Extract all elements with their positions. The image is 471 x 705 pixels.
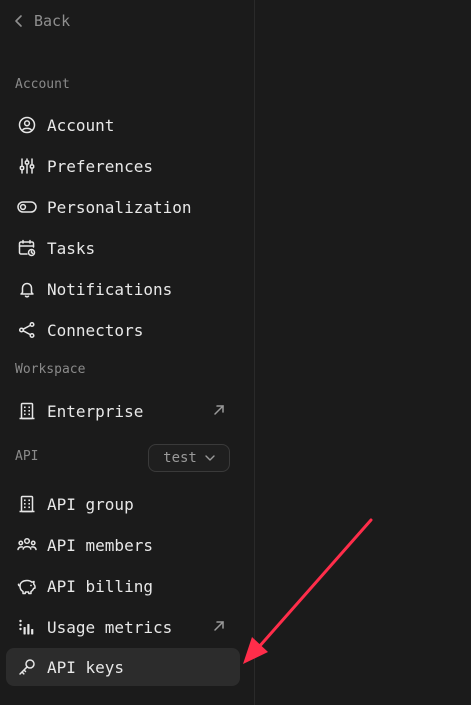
sidebar-item-label: API billing xyxy=(47,576,153,596)
share-nodes-icon xyxy=(17,320,37,340)
api-project-select[interactable]: test xyxy=(148,444,230,472)
sidebar-item-notifications[interactable]: Notifications xyxy=(6,270,240,308)
section-label-workspace: Workspace xyxy=(15,362,86,377)
api-project-select-value: test xyxy=(163,450,197,466)
key-icon xyxy=(17,657,37,677)
calendar-clock-icon xyxy=(17,238,37,258)
sidebar-item-api-group[interactable]: API group xyxy=(6,485,240,523)
main-content-area xyxy=(255,0,471,705)
toggle-icon xyxy=(17,197,37,217)
external-link-icon xyxy=(212,619,226,633)
sidebar-item-label: Notifications xyxy=(47,279,173,299)
building-icon xyxy=(17,401,37,421)
sidebar-item-usage-metrics[interactable]: Usage metrics xyxy=(6,608,240,646)
chevron-left-icon xyxy=(14,14,24,28)
chevron-down-icon xyxy=(205,455,215,461)
sidebar-item-label: Account xyxy=(47,115,115,135)
sliders-icon xyxy=(17,156,37,176)
section-label-account: Account xyxy=(15,77,70,92)
users-icon xyxy=(17,535,37,555)
sidebar-item-api-keys[interactable]: API keys xyxy=(6,648,240,686)
bell-icon xyxy=(17,279,37,299)
back-button[interactable]: Back xyxy=(14,12,70,30)
sidebar-item-tasks[interactable]: Tasks xyxy=(6,229,240,267)
sidebar-item-label: Enterprise xyxy=(47,401,144,421)
external-link-icon xyxy=(212,403,226,417)
building-icon xyxy=(17,494,37,514)
signal-bars-icon xyxy=(17,617,37,637)
sidebar-item-label: Preferences xyxy=(47,156,153,176)
piggy-bank-icon xyxy=(17,576,37,596)
sidebar-item-api-members[interactable]: API members xyxy=(6,526,240,564)
sidebar-item-enterprise[interactable]: Enterprise xyxy=(6,392,240,430)
sidebar-item-account[interactable]: Account xyxy=(6,106,240,144)
sidebar-item-personalization[interactable]: Personalization xyxy=(6,188,240,226)
sidebar-item-label: Tasks xyxy=(47,238,96,258)
settings-sidebar: Back Account Account Preferences Persona… xyxy=(0,0,255,705)
sidebar-item-label: Connectors xyxy=(47,320,144,340)
sidebar-item-connectors[interactable]: Connectors xyxy=(6,311,240,349)
sidebar-item-api-billing[interactable]: API billing xyxy=(6,567,240,605)
sidebar-item-label: Usage metrics xyxy=(47,617,173,637)
sidebar-item-label: Personalization xyxy=(47,197,192,217)
sidebar-item-label: API members xyxy=(47,535,153,555)
section-label-api: API xyxy=(15,449,39,464)
user-circle-icon xyxy=(17,115,37,135)
sidebar-item-label: API keys xyxy=(47,657,125,677)
sidebar-item-label: API group xyxy=(47,494,134,514)
sidebar-item-preferences[interactable]: Preferences xyxy=(6,147,240,185)
back-label: Back xyxy=(34,12,71,30)
